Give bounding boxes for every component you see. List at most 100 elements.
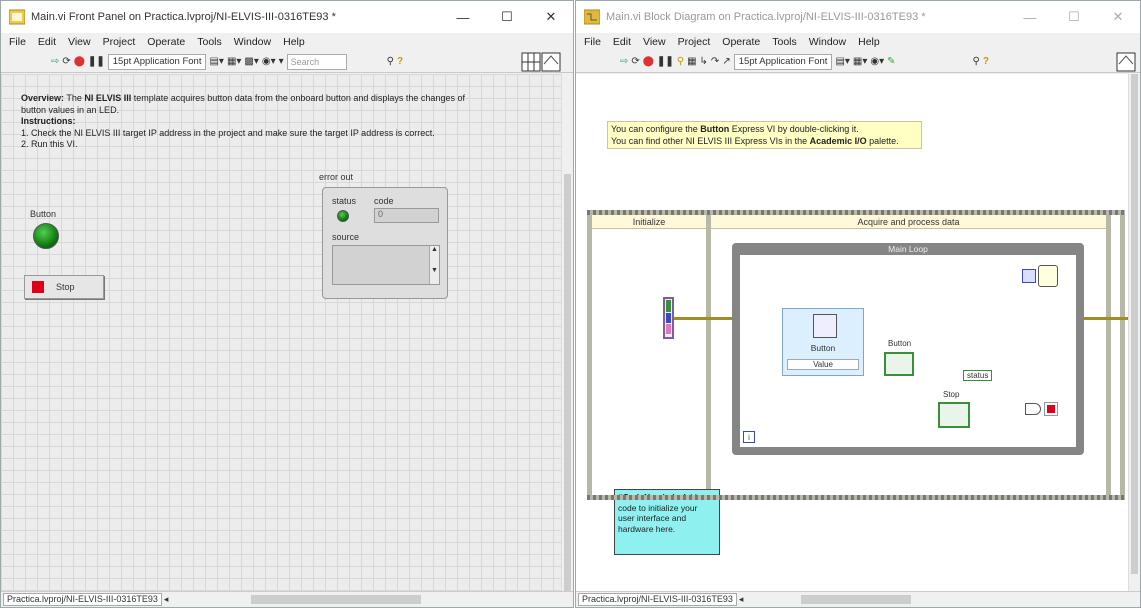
path-arrow-icon[interactable]: ◂ (164, 594, 169, 605)
font-selector[interactable]: 15pt Application Font (107, 53, 207, 70)
error-out-cluster[interactable]: status code 0 source ▲ ▼ (322, 187, 448, 299)
menu-project[interactable]: Project (97, 36, 142, 48)
source-scrollbar[interactable]: ▲ ▼ (429, 246, 439, 284)
search-icon[interactable]: ⚲ (973, 54, 980, 70)
or-function[interactable] (1025, 403, 1041, 415)
project-path[interactable]: Practica.lvproj/NI-ELVIS-III-0316TE93 (3, 593, 162, 606)
code-field[interactable]: 0 (374, 208, 439, 223)
maximize-button[interactable]: ☐ (485, 1, 529, 33)
menu-window[interactable]: Window (803, 36, 852, 48)
error-cluster-constant[interactable] (663, 297, 674, 339)
vertical-scrollbar[interactable] (561, 74, 573, 594)
minimize-button[interactable]: — (1008, 1, 1052, 33)
align-objects-icon[interactable]: ▤▾ (209, 54, 223, 70)
iteration-terminal[interactable]: i (743, 431, 755, 443)
front-panel-canvas[interactable]: Overview: The NI ELVIS III template acqu… (1, 74, 561, 591)
stop-button-label: Stop (56, 282, 75, 292)
wait-constant[interactable] (1022, 269, 1036, 283)
context-help-icon[interactable]: ? (983, 54, 989, 70)
distribute-objects-icon[interactable]: ▦▾ (853, 54, 867, 70)
menu-project[interactable]: Project (672, 36, 717, 48)
menu-edit[interactable]: Edit (607, 36, 637, 48)
status-terminal[interactable]: status (963, 370, 993, 381)
menu-help[interactable]: Help (277, 36, 311, 48)
pause-icon[interactable]: ❚❚ (657, 54, 674, 70)
button-led[interactable] (33, 223, 59, 249)
minimize-button[interactable]: — (441, 1, 485, 33)
express-vi-output[interactable]: Value (787, 359, 859, 370)
reorder-icon[interactable]: ◉▾ (870, 54, 884, 70)
run-arrow-icon[interactable]: ⇨ (51, 54, 59, 70)
clean-up-diagram-icon[interactable]: ✎ (887, 54, 895, 70)
distribute-objects-icon[interactable]: ▦▾ (227, 54, 241, 70)
menu-view[interactable]: View (62, 36, 97, 48)
front-panel-window: Main.vi Front Panel on Practica.lvproj/N… (0, 0, 574, 608)
connector-pane-icon[interactable] (521, 52, 561, 72)
menu-edit[interactable]: Edit (32, 36, 62, 48)
horizontal-scroll-thumb[interactable] (251, 595, 421, 604)
menu-file[interactable]: File (578, 36, 607, 48)
pause-icon[interactable]: ❚❚ (88, 54, 105, 70)
scroll-thumb[interactable] (564, 174, 571, 594)
resize-objects-icon[interactable]: ▩▾ (244, 54, 258, 70)
search-dropdown-icon[interactable]: ▾ (279, 54, 284, 70)
status-led[interactable] (337, 210, 349, 222)
menu-operate[interactable]: Operate (716, 36, 766, 48)
instruction-1: 1. Check the NI ELVIS III target IP addr… (21, 127, 435, 138)
search-icon[interactable]: ⚲ (387, 54, 394, 70)
button-indicator-label: Button (888, 339, 912, 348)
close-button[interactable]: ✕ (529, 1, 573, 33)
step-out-icon[interactable]: ↗ (722, 54, 730, 70)
step-into-icon[interactable]: ↳ (700, 54, 708, 70)
menu-tools[interactable]: Tools (191, 36, 228, 48)
abort-execution-icon[interactable]: ⬤ (74, 54, 85, 70)
reorder-icon[interactable]: ◉▾ (262, 54, 276, 70)
block-diagram-canvas[interactable]: You can configure the Button Express VI … (576, 74, 1134, 591)
menu-tools[interactable]: Tools (766, 36, 803, 48)
diagram-comment[interactable]: You can configure the Button Express VI … (607, 121, 922, 149)
stop-terminal[interactable] (938, 402, 970, 428)
align-objects-icon[interactable]: ▤▾ (835, 54, 849, 70)
retain-wire-values-icon[interactable]: ▦ (687, 54, 696, 70)
flat-sequence-structure[interactable]: Initialize Acquire and process data Main… (587, 210, 1134, 555)
wait-timer-icon[interactable] (1038, 265, 1058, 287)
run-continuously-icon[interactable]: ⟳ (631, 54, 639, 70)
error-out-label: error out (319, 172, 354, 182)
scroll-thumb[interactable] (1131, 74, 1138, 574)
stop-button[interactable]: Stop (24, 275, 104, 299)
button-vi-icon (813, 314, 837, 338)
highlight-execution-icon[interactable]: ⚲ (677, 54, 684, 70)
labview-block-diagram-icon (584, 9, 600, 25)
source-label: source (332, 232, 360, 242)
loop-title: Main Loop (888, 244, 928, 254)
abort-execution-icon[interactable]: ⬤ (643, 54, 654, 70)
loop-condition-icon[interactable] (1044, 402, 1058, 416)
menu-operate[interactable]: Operate (141, 36, 191, 48)
code-needed-note[interactable]: #CodeNeeded - Add code to initialize you… (614, 489, 720, 555)
run-continuously-icon[interactable]: ⟳ (62, 54, 70, 70)
font-selector[interactable]: 15pt Application Font (733, 53, 833, 70)
block-diagram-window: Main.vi Block Diagram on Practica.lvproj… (575, 0, 1141, 608)
button-express-vi[interactable]: Button Value (782, 308, 864, 376)
instruction-2: 2. Run this VI. (21, 139, 78, 149)
vertical-scrollbar[interactable] (1128, 74, 1140, 591)
menu-view[interactable]: View (637, 36, 672, 48)
source-field[interactable]: ▲ ▼ (332, 245, 440, 285)
button-indicator-terminal[interactable] (884, 352, 914, 376)
button-led-label: Button (30, 209, 57, 219)
context-help-icon[interactable]: ? (397, 54, 403, 70)
maximize-button[interactable]: ☐ (1052, 1, 1096, 33)
project-path[interactable]: Practica.lvproj/NI-ELVIS-III-0316TE93 (578, 593, 737, 606)
step-over-icon[interactable]: ↷ (711, 54, 719, 70)
search-input[interactable]: Search (286, 53, 347, 70)
horizontal-scroll-thumb[interactable] (801, 595, 911, 604)
path-arrow-icon[interactable]: ◂ (739, 594, 744, 605)
menu-file[interactable]: File (3, 36, 32, 48)
frame-divider (1106, 215, 1111, 495)
menu-help[interactable]: Help (852, 36, 886, 48)
connector-pane-icon[interactable] (1116, 52, 1136, 72)
run-arrow-icon[interactable]: ⇨ (620, 54, 628, 70)
stop-terminal-label: Stop (943, 390, 960, 399)
menu-window[interactable]: Window (228, 36, 277, 48)
close-button[interactable]: ✕ (1096, 1, 1140, 33)
